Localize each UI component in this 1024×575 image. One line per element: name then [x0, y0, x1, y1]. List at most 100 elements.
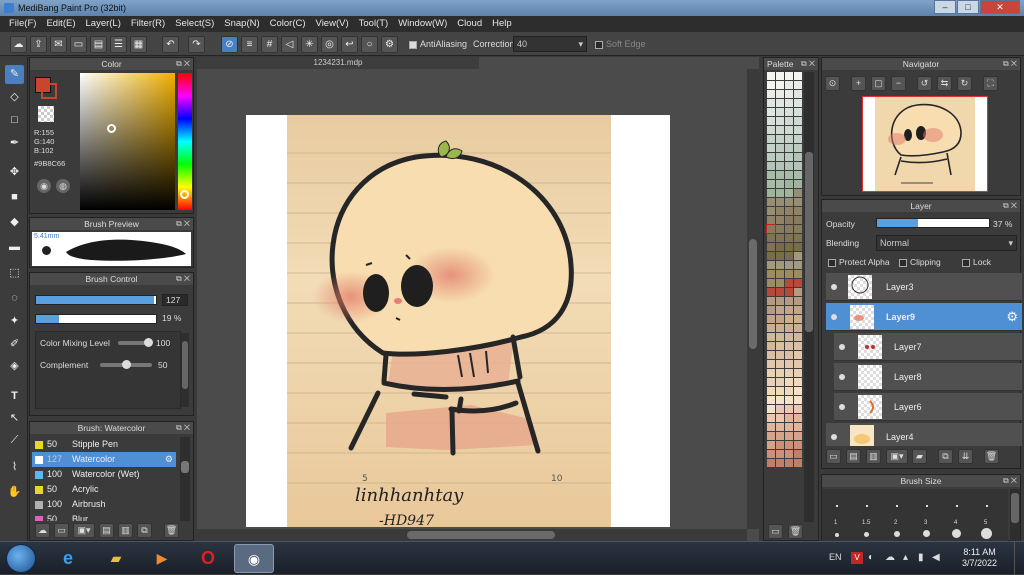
palette-swatch[interactable]: [767, 432, 775, 440]
brush-menu-icon[interactable]: ▣▾: [73, 523, 95, 538]
brush-control-scrollbar[interactable]: [181, 333, 189, 407]
perspective-snap-icon[interactable]: ◁: [281, 36, 298, 53]
palette-swatch[interactable]: [767, 369, 775, 377]
background-color-swatch[interactable]: [41, 83, 57, 99]
tray-chat-icon[interactable]: ◐: [868, 552, 874, 563]
layer-row[interactable]: Layer9 ⚙: [826, 303, 1022, 331]
palette-swatch[interactable]: [785, 270, 793, 278]
circle-snap-icon[interactable]: ○: [361, 36, 378, 53]
palette-swatch[interactable]: [767, 414, 775, 422]
palette-swatch[interactable]: [767, 144, 775, 152]
size-dot[interactable]: [894, 531, 900, 537]
canvas[interactable]: linhhanhtay -HD947 10 5: [246, 115, 670, 527]
palette-swatch[interactable]: [767, 423, 775, 431]
palette-swatch[interactable]: [785, 216, 793, 224]
palette-swatch[interactable]: [767, 396, 775, 404]
palette-swatch[interactable]: [794, 459, 802, 467]
eye-icon[interactable]: [831, 284, 837, 290]
network-icon[interactable]: ▮: [918, 552, 924, 563]
brush-copy-icon[interactable]: ▤: [99, 523, 114, 538]
palette-swatch[interactable]: [785, 459, 793, 467]
size-dot[interactable]: [923, 530, 930, 537]
layer-menu-icon[interactable]: ▣▾: [886, 449, 908, 464]
delete-layer-icon[interactable]: 🗑: [984, 449, 999, 464]
palette-swatch[interactable]: [767, 450, 775, 458]
palette-swatch[interactable]: [767, 306, 775, 314]
media-player-icon[interactable]: ▶: [142, 544, 182, 573]
language-indicator[interactable]: EN: [829, 552, 842, 562]
palette-swatch[interactable]: [776, 243, 784, 251]
palette-swatch[interactable]: [794, 369, 802, 377]
menu-layer[interactable]: Layer(L): [81, 16, 126, 32]
palette-swatch[interactable]: [794, 414, 802, 422]
minimize-button[interactable]: –: [934, 0, 956, 14]
brush-opacity-slider[interactable]: [35, 314, 157, 324]
palette-swatch[interactable]: [776, 72, 784, 80]
palette-swatch[interactable]: [776, 225, 784, 233]
new-file-icon[interactable]: ▭: [70, 36, 87, 53]
brush-item[interactable]: 50 Acrylic: [32, 482, 176, 497]
delete-brush-icon[interactable]: 🗑: [164, 523, 179, 538]
correction-select[interactable]: 40 ▾: [513, 36, 587, 52]
palette-swatch[interactable]: [767, 351, 775, 359]
new-8bit-layer-icon[interactable]: ▥: [866, 449, 881, 464]
palette-swatch[interactable]: [785, 369, 793, 377]
menu-help[interactable]: Help: [487, 16, 517, 32]
palette-swatch[interactable]: [794, 252, 802, 260]
list-icon[interactable]: ☰: [110, 36, 127, 53]
palette-swatch[interactable]: [776, 324, 784, 332]
palette-swatch[interactable]: [776, 108, 784, 116]
transparent-color-swatch[interactable]: [38, 106, 54, 122]
palette-swatch[interactable]: [785, 72, 793, 80]
palette-swatch[interactable]: [776, 252, 784, 260]
palette-swatch[interactable]: [794, 162, 802, 170]
palette-swatch[interactable]: [785, 414, 793, 422]
chat-icon[interactable]: ✉: [50, 36, 67, 53]
menu-edit[interactable]: Edit(E): [41, 16, 80, 32]
palette-swatch[interactable]: [776, 171, 784, 179]
palette-swatch[interactable]: [776, 135, 784, 143]
brush-item[interactable]: 100 Watercolor (Wet): [32, 467, 176, 482]
palette-swatch[interactable]: [767, 405, 775, 413]
palette-swatch[interactable]: [794, 171, 802, 179]
eye-icon[interactable]: [839, 404, 845, 410]
layer-row[interactable]: Layer7: [834, 333, 1022, 361]
color-wheel-icon[interactable]: ◉: [37, 179, 51, 193]
palette-swatch[interactable]: [776, 369, 784, 377]
menu-tool[interactable]: Tool(T): [354, 16, 394, 32]
palette-swatch[interactable]: [785, 144, 793, 152]
palette-swatch[interactable]: [776, 432, 784, 440]
palette-swatch[interactable]: [785, 81, 793, 89]
palette-swatch[interactable]: [794, 216, 802, 224]
concentric-snap-icon[interactable]: ◎: [321, 36, 338, 53]
palette-swatch[interactable]: [776, 297, 784, 305]
palette-swatch[interactable]: [794, 450, 802, 458]
palette-swatch[interactable]: [776, 459, 784, 467]
pen-tool-icon[interactable]: ✒: [5, 134, 24, 153]
lock-checkbox[interactable]: [962, 258, 970, 267]
upload-icon[interactable]: ⇪: [30, 36, 47, 53]
palette-swatch[interactable]: [785, 405, 793, 413]
menu-window[interactable]: Window(W): [393, 16, 452, 32]
palette-swatch[interactable]: [776, 441, 784, 449]
canvas-vertical-scrollbar[interactable]: [747, 69, 759, 529]
brush-size-slider[interactable]: [35, 295, 157, 305]
palette-swatch[interactable]: [776, 378, 784, 386]
merge-layer-icon[interactable]: ⇊: [958, 449, 973, 464]
palette-swatch[interactable]: [767, 378, 775, 386]
palette-swatch[interactable]: [794, 117, 802, 125]
palette-swatch[interactable]: [767, 270, 775, 278]
select-pen-icon[interactable]: ✐: [5, 335, 24, 354]
palette-swatch[interactable]: [776, 207, 784, 215]
eraser-tool-icon[interactable]: ◇: [5, 88, 24, 107]
palette-swatch[interactable]: [794, 432, 802, 440]
palette-swatch[interactable]: [794, 270, 802, 278]
palette-swatch[interactable]: [785, 171, 793, 179]
palette-swatch[interactable]: [785, 108, 793, 116]
palette-swatch[interactable]: [785, 189, 793, 197]
volume-icon[interactable]: ◀: [932, 552, 940, 563]
brush-item[interactable]: 50 Stipple Pen: [32, 437, 176, 452]
menu-file[interactable]: File(F): [4, 16, 41, 32]
eye-icon[interactable]: [839, 374, 845, 380]
palette-swatch[interactable]: [785, 198, 793, 206]
